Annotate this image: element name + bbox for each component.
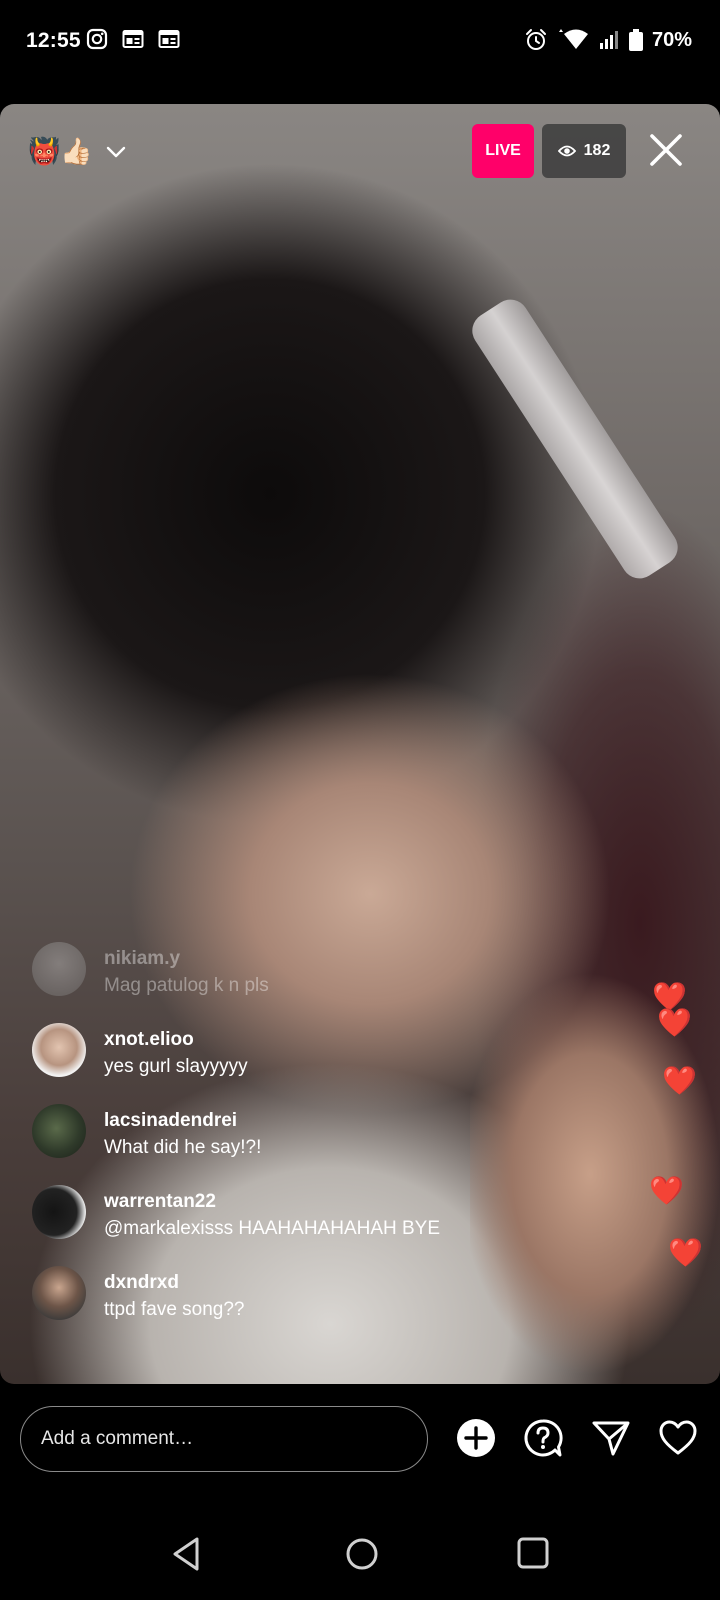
comment-item[interactable]: lacsinadendrei What did he say!?!: [32, 1104, 552, 1185]
viewer-count-badge[interactable]: 182: [542, 124, 626, 178]
comment-message: What did he say!?!: [104, 1137, 262, 1158]
comment-username[interactable]: dxndrxd: [104, 1270, 245, 1296]
comment-list: nikiam.y Mag patulog k n pls xnot.elioo …: [32, 942, 552, 1347]
avatar[interactable]: [32, 942, 86, 996]
recents-icon[interactable]: [516, 1536, 550, 1570]
comment-username[interactable]: nikiam.y: [104, 946, 269, 972]
signal-icon: [599, 31, 618, 49]
comment-message: @markalexisss HAAHAHAHAHAH BYE: [104, 1218, 441, 1239]
comment-item[interactable]: nikiam.y Mag patulog k n pls: [32, 942, 552, 1023]
alarm-icon: [525, 29, 546, 50]
chevron-down-icon[interactable]: [105, 141, 127, 163]
wifi-icon: [558, 29, 588, 49]
comment-item[interactable]: dxndrxd ttpd fave song??: [32, 1266, 552, 1347]
status-right: 70%: [524, 28, 692, 52]
comment-username[interactable]: lacsinadendrei: [104, 1108, 261, 1134]
avatar[interactable]: [32, 1104, 86, 1158]
comment-message: yes gurl slayyyyy: [104, 1056, 248, 1077]
add-circle-icon[interactable]: [456, 1418, 496, 1458]
comment-item[interactable]: warrentan22 @markalexisss HAAHAHAHAHAH B…: [32, 1185, 552, 1266]
comment-username[interactable]: warrentan22: [104, 1189, 440, 1215]
floating-heart-icon: ❤️: [668, 1237, 703, 1268]
instagram-icon: [86, 28, 108, 50]
floating-heart-icon: ❤️: [657, 1007, 692, 1038]
video-background-lamp: [465, 292, 685, 586]
live-badge: LIVE: [472, 124, 534, 178]
comment-message: Mag patulog k n pls: [104, 975, 269, 996]
home-icon[interactable]: [344, 1536, 380, 1572]
eye-icon: [557, 145, 576, 157]
host-name-button[interactable]: 👹👍🏻: [28, 136, 127, 167]
battery-percent: 70%: [651, 28, 692, 51]
comment-message: ttpd fave song??: [104, 1299, 245, 1320]
comment-username[interactable]: xnot.elioo: [104, 1027, 248, 1053]
send-icon[interactable]: [591, 1418, 631, 1458]
status-time: 12:55: [26, 29, 81, 52]
floating-heart-icon: ❤️: [649, 1175, 684, 1206]
avatar[interactable]: [32, 1266, 86, 1320]
comment-input[interactable]: Add a comment…: [20, 1406, 428, 1472]
back-icon[interactable]: [170, 1536, 202, 1572]
live-video[interactable]: 👹👍🏻 LIVE 182 nikiam.y Mag patulog k n pl…: [0, 104, 720, 1384]
question-icon[interactable]: [523, 1418, 563, 1458]
avatar[interactable]: [32, 1185, 86, 1239]
host-emojis: 👹👍🏻: [28, 136, 93, 166]
comment-item[interactable]: xnot.elioo yes gurl slayyyyy: [32, 1023, 552, 1104]
news-icon: [122, 30, 144, 48]
close-icon[interactable]: [648, 132, 684, 168]
floating-heart-icon: ❤️: [662, 1065, 697, 1096]
avatar[interactable]: [32, 1023, 86, 1077]
heart-icon[interactable]: [658, 1418, 698, 1458]
viewer-count: 182: [583, 142, 611, 159]
battery-icon: [628, 29, 643, 51]
status-bar: 12:55 70%: [0, 0, 720, 84]
calendar-icon: [158, 30, 180, 48]
comment-input-placeholder: Add a comment…: [41, 1428, 194, 1449]
